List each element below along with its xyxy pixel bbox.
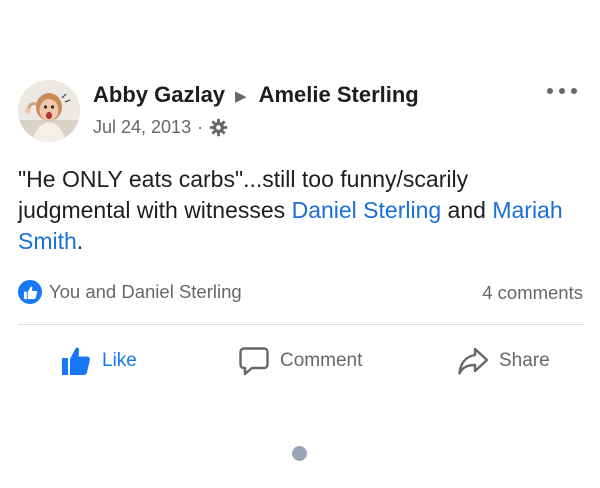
reactions-text: You and Daniel Sterling bbox=[49, 281, 242, 302]
page-indicator-dot bbox=[292, 446, 307, 461]
author-name[interactable]: Abby Gazlay bbox=[93, 82, 225, 108]
avatar-photo bbox=[18, 80, 80, 142]
thumbs-up-icon bbox=[62, 347, 90, 375]
avatar[interactable] bbox=[18, 80, 80, 142]
comment-bubble-icon bbox=[239, 347, 269, 376]
share-arrow-icon bbox=[458, 347, 489, 375]
post-header-names: Abby Gazlay ▶ Amelie Sterling bbox=[93, 82, 419, 108]
gear-icon[interactable] bbox=[209, 118, 228, 137]
more-dot bbox=[571, 88, 577, 94]
more-dot bbox=[547, 88, 553, 94]
post-text-end: . bbox=[76, 228, 84, 254]
comment-button[interactable]: Comment bbox=[238, 343, 362, 379]
arrow-right-icon: ▶ bbox=[235, 88, 247, 105]
like-button[interactable]: Like bbox=[60, 343, 137, 379]
more-dot bbox=[559, 88, 565, 94]
divider bbox=[18, 324, 584, 325]
post-text-middle: and bbox=[441, 197, 493, 223]
comments-count[interactable]: 4 comments bbox=[482, 282, 583, 304]
reactions-summary[interactable]: You and Daniel Sterling bbox=[18, 280, 242, 304]
share-label: Share bbox=[499, 350, 550, 371]
meta-separator: · bbox=[197, 117, 204, 137]
recipient-name[interactable]: Amelie Sterling bbox=[259, 82, 419, 108]
post-meta: Jul 24, 2013 · bbox=[93, 117, 228, 138]
like-icon bbox=[18, 280, 42, 304]
post-text: "He ONLY eats carbs"...still too funny/s… bbox=[18, 164, 578, 257]
share-button[interactable]: Share bbox=[457, 343, 550, 379]
post-card: Abby Gazlay ▶ Amelie Sterling Jul 24, 20… bbox=[0, 0, 600, 488]
more-dots-icon[interactable] bbox=[547, 84, 577, 98]
like-label: Like bbox=[102, 350, 137, 371]
post-date[interactable]: Jul 24, 2013 bbox=[93, 117, 191, 138]
comment-label: Comment bbox=[280, 350, 363, 371]
mention-link[interactable]: Daniel Sterling bbox=[292, 197, 442, 223]
